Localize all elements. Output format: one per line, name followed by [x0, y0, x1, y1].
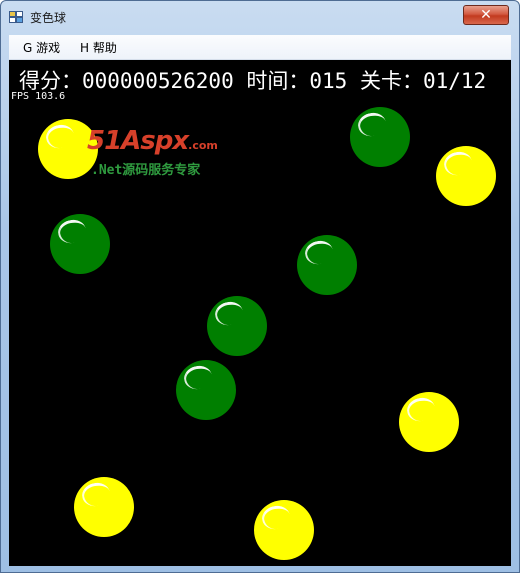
green-ball[interactable]	[176, 360, 236, 420]
score-value: 000000526200	[82, 69, 234, 93]
window-title: 变色球	[30, 11, 67, 25]
yellow-ball[interactable]	[399, 392, 459, 452]
watermark-logo: 51Aspx.com	[87, 126, 218, 156]
menu-bar: G 游戏 H 帮助	[9, 35, 511, 60]
green-ball[interactable]	[350, 107, 410, 167]
time-label: 时间：	[246, 69, 310, 93]
watermark-subtitle: .Net源码服务专家	[91, 163, 201, 178]
menu-game[interactable]: G 游戏	[23, 39, 60, 56]
level-value: 01/12	[422, 69, 487, 93]
level-label: 关卡：	[359, 69, 423, 93]
green-ball[interactable]	[50, 214, 110, 274]
fps-counter: FPS 103.6	[11, 91, 66, 102]
menu-help[interactable]: H 帮助	[80, 39, 117, 56]
time-value: 015	[309, 69, 348, 93]
watermark-logo-text: 51Aspx	[87, 126, 189, 156]
green-ball[interactable]	[297, 235, 357, 295]
yellow-ball[interactable]	[436, 146, 496, 206]
hud-line: 得分：000000526200 时间：015 关卡：01/12	[19, 65, 486, 95]
watermark-domain: .com	[188, 139, 218, 152]
yellow-ball[interactable]	[254, 500, 314, 560]
green-ball[interactable]	[207, 296, 267, 356]
app-window: 变色球 ✕ G 游戏 H 帮助 得分：000000526200 时间：015 关…	[0, 0, 520, 573]
close-icon: ✕	[480, 7, 492, 23]
yellow-ball[interactable]	[74, 477, 134, 537]
app-window-icon[interactable]	[9, 11, 23, 23]
score-label: 得分：	[19, 69, 82, 93]
watermark: 51Aspx.com .Net源码服务专家	[87, 126, 227, 180]
close-button[interactable]: ✕	[463, 5, 509, 25]
game-canvas[interactable]: 得分：000000526200 时间：015 关卡：01/12 FPS 103.…	[9, 60, 511, 566]
title-bar[interactable]: 变色球 ✕	[1, 1, 519, 33]
